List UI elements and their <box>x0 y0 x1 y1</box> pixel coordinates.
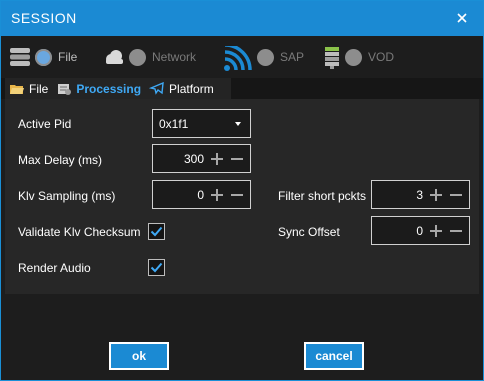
max-delay-stepper[interactable]: 300 <box>152 144 251 173</box>
folder-icon <box>9 82 25 96</box>
source-sap-radio[interactable] <box>257 48 274 66</box>
source-file-radio[interactable] <box>35 48 52 66</box>
plus-icon[interactable] <box>428 223 444 239</box>
source-sap[interactable]: SAP <box>223 43 305 71</box>
source-file[interactable]: File <box>9 44 77 70</box>
sync-offset-stepper[interactable]: 0 <box>371 216 470 245</box>
tab-processing[interactable]: Processing <box>52 78 145 99</box>
filter-short-label: Filter short pckts <box>278 189 367 203</box>
tab-bar: File Processing Platform <box>1 78 483 99</box>
klv-sampling-stepper[interactable]: 0 <box>152 180 251 209</box>
source-network[interactable]: Network <box>103 44 196 70</box>
minus-icon[interactable] <box>448 187 464 203</box>
processing-panel: Active Pid 0x1f1 Max Delay (ms) 300 Klv … <box>5 99 479 294</box>
cancel-button[interactable]: cancel <box>304 342 364 370</box>
minus-icon[interactable] <box>229 151 245 167</box>
active-pid-select[interactable]: 0x1f1 <box>152 109 251 138</box>
ok-button[interactable]: ok <box>109 342 169 370</box>
tab-file[interactable]: File <box>5 78 52 99</box>
tab-platform-label: Platform <box>169 81 214 96</box>
max-delay-value: 300 <box>183 152 204 166</box>
tab-platform[interactable]: Platform <box>145 78 218 99</box>
session-dialog: SESSION File Network SAP VOD File Proces… <box>0 0 484 381</box>
airplane-icon <box>148 81 165 96</box>
source-selector: File Network SAP VOD <box>1 36 483 78</box>
plus-icon[interactable] <box>209 187 225 203</box>
close-icon[interactable] <box>455 9 469 27</box>
sync-offset-value: 0 <box>416 224 423 238</box>
stack-icon <box>323 46 341 69</box>
source-vod-label: VOD <box>368 50 395 64</box>
title-bar: SESSION <box>1 1 483 36</box>
max-delay-label: Max Delay (ms) <box>18 153 103 167</box>
klv-sampling-label: Klv Sampling (ms) <box>18 189 116 203</box>
active-pid-label: Active Pid <box>18 117 72 131</box>
minus-icon[interactable] <box>229 187 245 203</box>
filter-short-value: 3 <box>416 188 423 202</box>
validate-klv-checkbox[interactable] <box>148 223 165 240</box>
source-network-label: Network <box>152 50 197 64</box>
source-vod[interactable]: VOD <box>323 44 394 70</box>
klv-sampling-value: 0 <box>197 188 204 202</box>
database-icon <box>9 46 31 68</box>
source-network-radio[interactable] <box>129 48 146 66</box>
gear-icon <box>56 82 72 96</box>
plus-icon[interactable] <box>209 151 225 167</box>
tab-processing-label: Processing <box>76 81 142 96</box>
source-vod-radio[interactable] <box>345 48 362 66</box>
render-audio-checkbox[interactable] <box>148 259 165 276</box>
tab-strip: File Processing Platform <box>5 78 231 99</box>
tab-file-label: File <box>29 81 49 96</box>
validate-klv-label: Validate Klv Checksum <box>18 225 141 239</box>
filter-short-stepper[interactable]: 3 <box>371 180 470 209</box>
source-file-label: File <box>58 50 78 64</box>
chevron-down-icon <box>235 122 241 126</box>
source-sap-label: SAP <box>280 50 305 64</box>
minus-icon[interactable] <box>448 223 464 239</box>
plus-icon[interactable] <box>428 187 444 203</box>
sync-offset-label: Sync Offset <box>278 225 340 239</box>
render-audio-label: Render Audio <box>18 261 91 275</box>
window-title: SESSION <box>11 10 77 26</box>
signal-icon <box>223 43 253 71</box>
active-pid-value: 0x1f1 <box>159 117 189 131</box>
cloud-icon <box>103 46 125 68</box>
